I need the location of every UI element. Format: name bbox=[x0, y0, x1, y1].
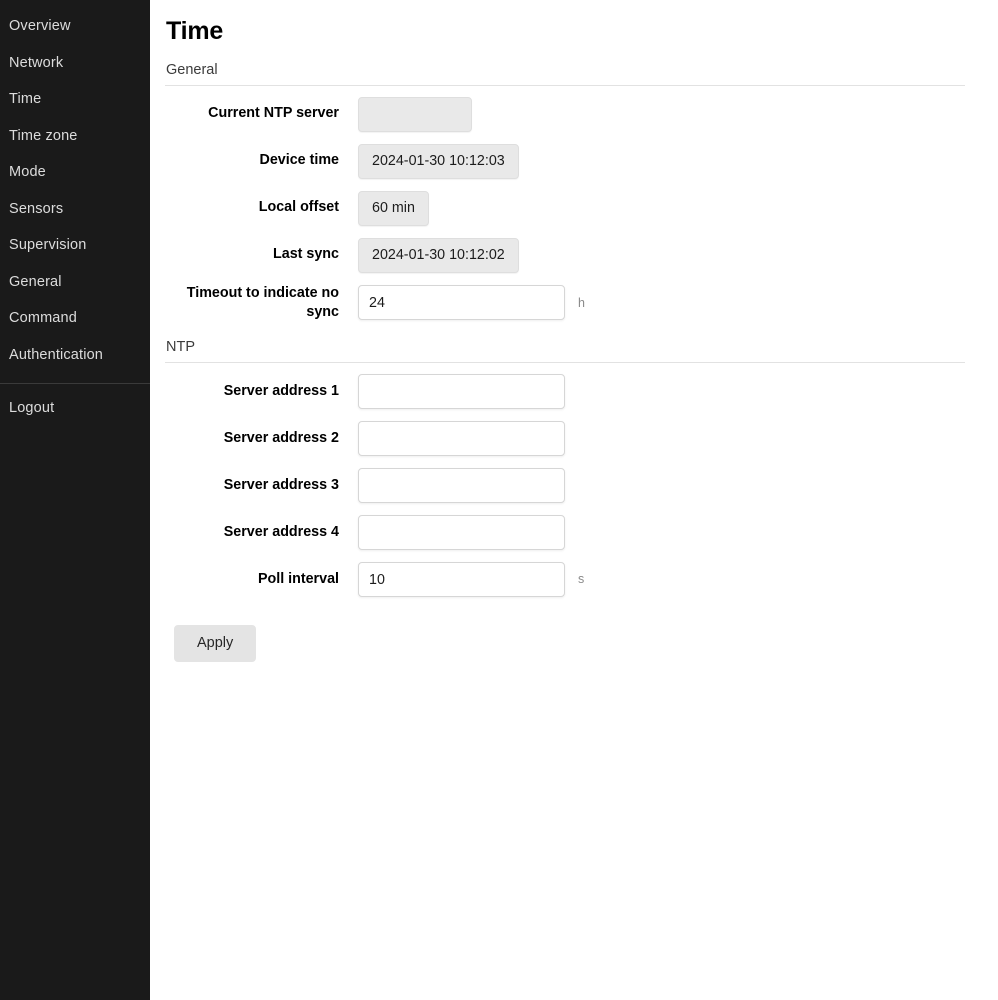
form-row-server-address-1: Server address 1 bbox=[165, 373, 998, 410]
unit-hours: h bbox=[578, 295, 585, 310]
sidebar-item-label: Authentication bbox=[9, 346, 103, 363]
label-server-address-4: Server address 4 bbox=[223, 523, 339, 540]
section-heading-general: General bbox=[165, 62, 965, 86]
form-row-device-time: Device time 2024-01-30 10:12:03 bbox=[165, 143, 998, 180]
sidebar-item-time-zone[interactable]: Time zone bbox=[0, 118, 150, 155]
actions-row: Apply bbox=[165, 625, 998, 662]
label-last-sync: Last sync bbox=[273, 246, 339, 263]
form-row-server-address-3: Server address 3 bbox=[165, 467, 998, 504]
sidebar: Overview Network Time Time zone Mode Sen… bbox=[0, 0, 150, 1000]
sidebar-item-label: Time bbox=[9, 91, 42, 107]
sidebar-divider bbox=[0, 383, 150, 384]
value-local-offset: 60 min bbox=[358, 190, 429, 226]
sidebar-item-label: Sensors bbox=[9, 200, 64, 217]
server-address-1-input[interactable] bbox=[358, 374, 565, 410]
sidebar-item-logout[interactable]: Logout bbox=[0, 390, 150, 427]
server-address-3-input[interactable] bbox=[358, 468, 565, 504]
label-server-address-2: Server address 2 bbox=[223, 429, 339, 446]
label-device-time: Device time bbox=[259, 152, 339, 169]
timeout-no-sync-input[interactable] bbox=[358, 285, 565, 321]
label-server-address-1: Server address 1 bbox=[223, 382, 339, 399]
sidebar-item-network[interactable]: Network bbox=[0, 45, 150, 82]
sidebar-item-supervision[interactable]: Supervision bbox=[0, 227, 150, 264]
form-row-poll-interval: Poll interval s bbox=[165, 561, 998, 598]
sidebar-item-mode[interactable]: Mode bbox=[0, 154, 150, 191]
value-device-time: 2024-01-30 10:12:03 bbox=[358, 143, 519, 179]
sidebar-item-authentication[interactable]: Authentication bbox=[0, 337, 150, 374]
sidebar-item-label: General bbox=[9, 273, 62, 290]
sidebar-item-label: Overview bbox=[9, 18, 71, 34]
app-root: Overview Network Time Time zone Mode Sen… bbox=[0, 0, 998, 1000]
sidebar-item-label: Time zone bbox=[9, 127, 78, 144]
form-row-current-ntp-server: Current NTP server bbox=[165, 96, 998, 133]
sidebar-item-general[interactable]: General bbox=[0, 264, 150, 301]
poll-interval-input[interactable] bbox=[358, 562, 565, 598]
form-row-last-sync: Last sync 2024-01-30 10:12:02 bbox=[165, 237, 998, 274]
main-content: Time General Current NTP server Device t… bbox=[150, 0, 998, 1000]
section-heading-ntp: NTP bbox=[165, 339, 965, 364]
form-row-server-address-4: Server address 4 bbox=[165, 514, 998, 551]
sidebar-item-label: Network bbox=[9, 54, 64, 71]
form-row-timeout-no-sync: Timeout to indicate no sync h bbox=[165, 284, 998, 323]
label-timeout-no-sync: Timeout to indicate no sync bbox=[186, 284, 339, 320]
label-local-offset: Local offset bbox=[258, 199, 339, 216]
sidebar-item-label: Logout bbox=[9, 400, 55, 416]
sidebar-item-label: Supervision bbox=[9, 237, 87, 253]
label-poll-interval: Poll interval bbox=[257, 570, 339, 587]
value-last-sync: 2024-01-30 10:12:02 bbox=[358, 237, 519, 273]
sidebar-item-time[interactable]: Time bbox=[0, 81, 150, 118]
value-current-ntp-server bbox=[358, 96, 472, 132]
sidebar-item-overview[interactable]: Overview bbox=[0, 8, 150, 45]
apply-button[interactable]: Apply bbox=[174, 625, 257, 662]
server-address-2-input[interactable] bbox=[358, 421, 565, 457]
form-row-server-address-2: Server address 2 bbox=[165, 420, 998, 457]
sidebar-item-sensors[interactable]: Sensors bbox=[0, 191, 150, 228]
server-address-4-input[interactable] bbox=[358, 515, 565, 551]
sidebar-item-label: Mode bbox=[9, 164, 46, 180]
form-row-local-offset: Local offset 60 min bbox=[165, 190, 998, 227]
label-server-address-3: Server address 3 bbox=[223, 476, 339, 493]
page-title: Time bbox=[166, 17, 224, 45]
sidebar-item-label: Command bbox=[9, 310, 77, 326]
label-current-ntp-server: Current NTP server bbox=[208, 105, 339, 122]
sidebar-item-command[interactable]: Command bbox=[0, 300, 150, 337]
unit-seconds: s bbox=[578, 572, 585, 587]
